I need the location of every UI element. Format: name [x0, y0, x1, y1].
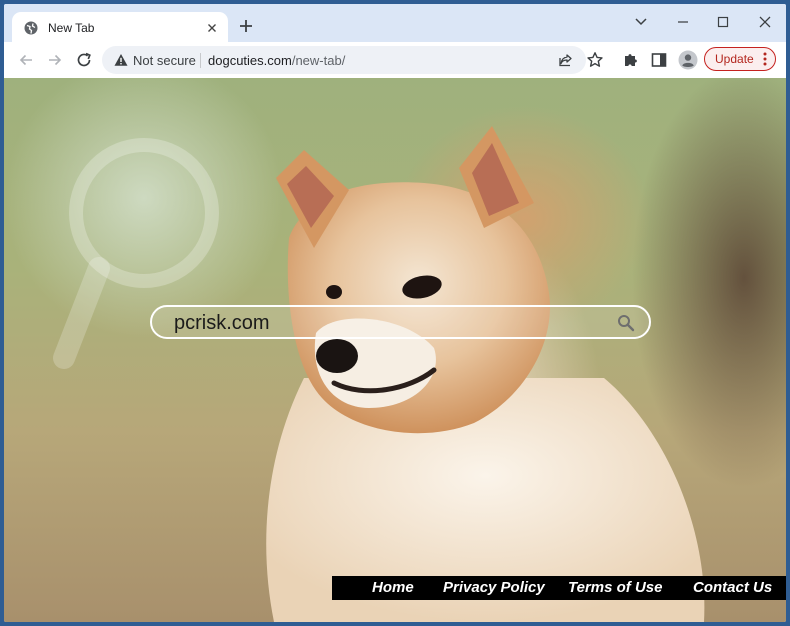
update-label: Update [715, 52, 754, 66]
security-status-label[interactable]: Not secure [133, 53, 196, 68]
extensions-puzzle-icon[interactable] [622, 51, 640, 69]
search-icon[interactable] [617, 314, 635, 332]
update-button[interactable]: Update [704, 47, 776, 71]
search-field[interactable]: pcrisk.com [150, 305, 651, 339]
footer-nav: Home Privacy Policy Terms of Use Contact… [332, 576, 786, 600]
side-panel-icon[interactable] [650, 51, 668, 69]
shiba-dog-background-image [53, 126, 705, 622]
profile-avatar-icon[interactable] [678, 50, 698, 70]
forward-button[interactable] [45, 50, 65, 70]
address-bar[interactable]: Not secure dogcuties.com/new-tab/ [102, 46, 586, 74]
address-divider [200, 53, 201, 68]
tab-search-chevron-icon[interactable] [628, 10, 654, 34]
footer-link-contact-us[interactable]: Contact Us [693, 579, 772, 596]
close-tab-icon[interactable] [204, 20, 220, 36]
tab-new-tab[interactable]: New Tab [12, 12, 228, 44]
bookmark-star-icon[interactable] [586, 51, 604, 69]
minimize-window-button[interactable] [670, 10, 696, 34]
browser-window: New Tab Not secure dogcuties.com/new-tab… [4, 4, 786, 622]
new-tab-button[interactable] [236, 16, 256, 36]
page-viewport: pcrisk.com Home Privacy Policy Terms of … [4, 78, 786, 622]
share-icon[interactable] [558, 52, 574, 68]
tab-strip: New Tab [4, 4, 786, 44]
back-button[interactable] [16, 50, 36, 70]
url-path: /new-tab/ [291, 53, 346, 68]
tab-title: New Tab [48, 21, 95, 35]
browser-toolbar: Not secure dogcuties.com/new-tab/ Update [4, 42, 786, 78]
maximize-window-button[interactable] [710, 10, 736, 34]
url-text[interactable]: dogcuties.com/new-tab/ [208, 53, 345, 68]
warning-icon[interactable] [114, 53, 128, 67]
globe-icon [24, 21, 38, 35]
reload-button[interactable] [74, 50, 94, 70]
url-host: dogcuties.com [208, 53, 292, 68]
footer-link-home[interactable]: Home [372, 579, 414, 596]
footer-link-privacy-policy[interactable]: Privacy Policy [443, 579, 545, 596]
kebab-menu-icon[interactable] [763, 52, 767, 66]
close-window-button[interactable] [752, 10, 778, 34]
footer-link-terms-of-use[interactable]: Terms of Use [568, 579, 662, 596]
search-input[interactable]: pcrisk.com [174, 312, 270, 335]
